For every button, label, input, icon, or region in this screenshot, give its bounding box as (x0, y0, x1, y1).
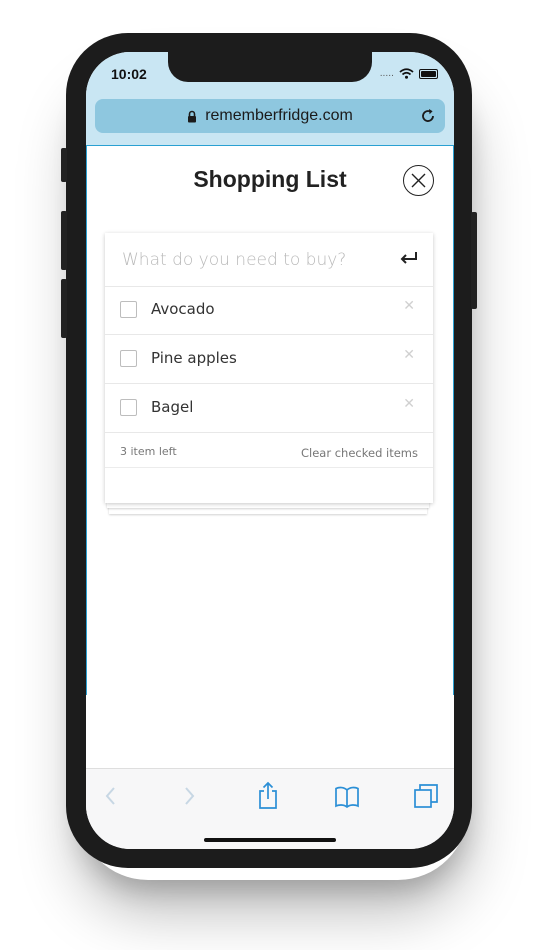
signal-dots-icon: ..... (379, 68, 394, 79)
browser-header: 10:02 ..... rememberfridge.com (86, 52, 454, 145)
share-icon[interactable] (255, 781, 281, 811)
battery-icon (419, 68, 438, 79)
url-text: rememberfridge.com (205, 107, 353, 124)
mute-switch (61, 148, 67, 182)
new-item-row (105, 233, 433, 287)
power-button (471, 212, 477, 309)
list-item: Avocado ✕ (105, 286, 433, 335)
notch (168, 52, 372, 82)
todo-card: Avocado ✕ Pine apples ✕ Bagel ✕ 3 item l… (105, 233, 433, 503)
viewport-edge-left (86, 145, 87, 695)
viewport-edge-right (453, 145, 454, 695)
remove-item-icon[interactable]: ✕ (403, 396, 415, 412)
clear-checked-button[interactable]: Clear checked items (301, 446, 418, 460)
list-item: Pine apples ✕ (105, 335, 433, 384)
footer-divider (105, 467, 433, 468)
item-label[interactable]: Pine apples (151, 349, 237, 367)
reload-icon[interactable] (419, 107, 437, 125)
wifi-icon (399, 68, 414, 79)
browser-toolbar (86, 768, 454, 849)
close-icon (411, 173, 426, 188)
header-divider (86, 145, 454, 146)
item-checkbox[interactable] (120, 399, 137, 416)
items-left-count: 3 item left (120, 445, 177, 458)
remove-item-icon[interactable]: ✕ (403, 347, 415, 363)
lock-icon (188, 110, 197, 122)
item-label[interactable]: Bagel (151, 398, 193, 416)
new-item-input[interactable] (120, 243, 384, 277)
back-icon[interactable] (98, 781, 124, 811)
close-button[interactable] (403, 165, 434, 196)
tabs-icon[interactable] (413, 781, 439, 811)
home-indicator[interactable] (204, 838, 336, 842)
enter-icon[interactable] (399, 250, 419, 266)
item-checkbox[interactable] (120, 350, 137, 367)
url-display: rememberfridge.com (95, 99, 445, 133)
volume-down-button (61, 279, 67, 338)
item-checkbox[interactable] (120, 301, 137, 318)
list-item: Bagel ✕ (105, 384, 433, 433)
page-title: Shopping List (193, 166, 347, 192)
phone-screen: 10:02 ..... rememberfridge.com Shopping … (86, 52, 454, 849)
bookmarks-icon[interactable] (334, 781, 360, 811)
address-bar[interactable]: rememberfridge.com (95, 99, 445, 133)
status-time: 10:02 (111, 66, 147, 82)
volume-up-button (61, 211, 67, 270)
item-label[interactable]: Avocado (151, 300, 215, 318)
remove-item-icon[interactable]: ✕ (403, 298, 415, 314)
status-icons: ..... (380, 68, 438, 79)
forward-icon[interactable] (176, 781, 202, 811)
